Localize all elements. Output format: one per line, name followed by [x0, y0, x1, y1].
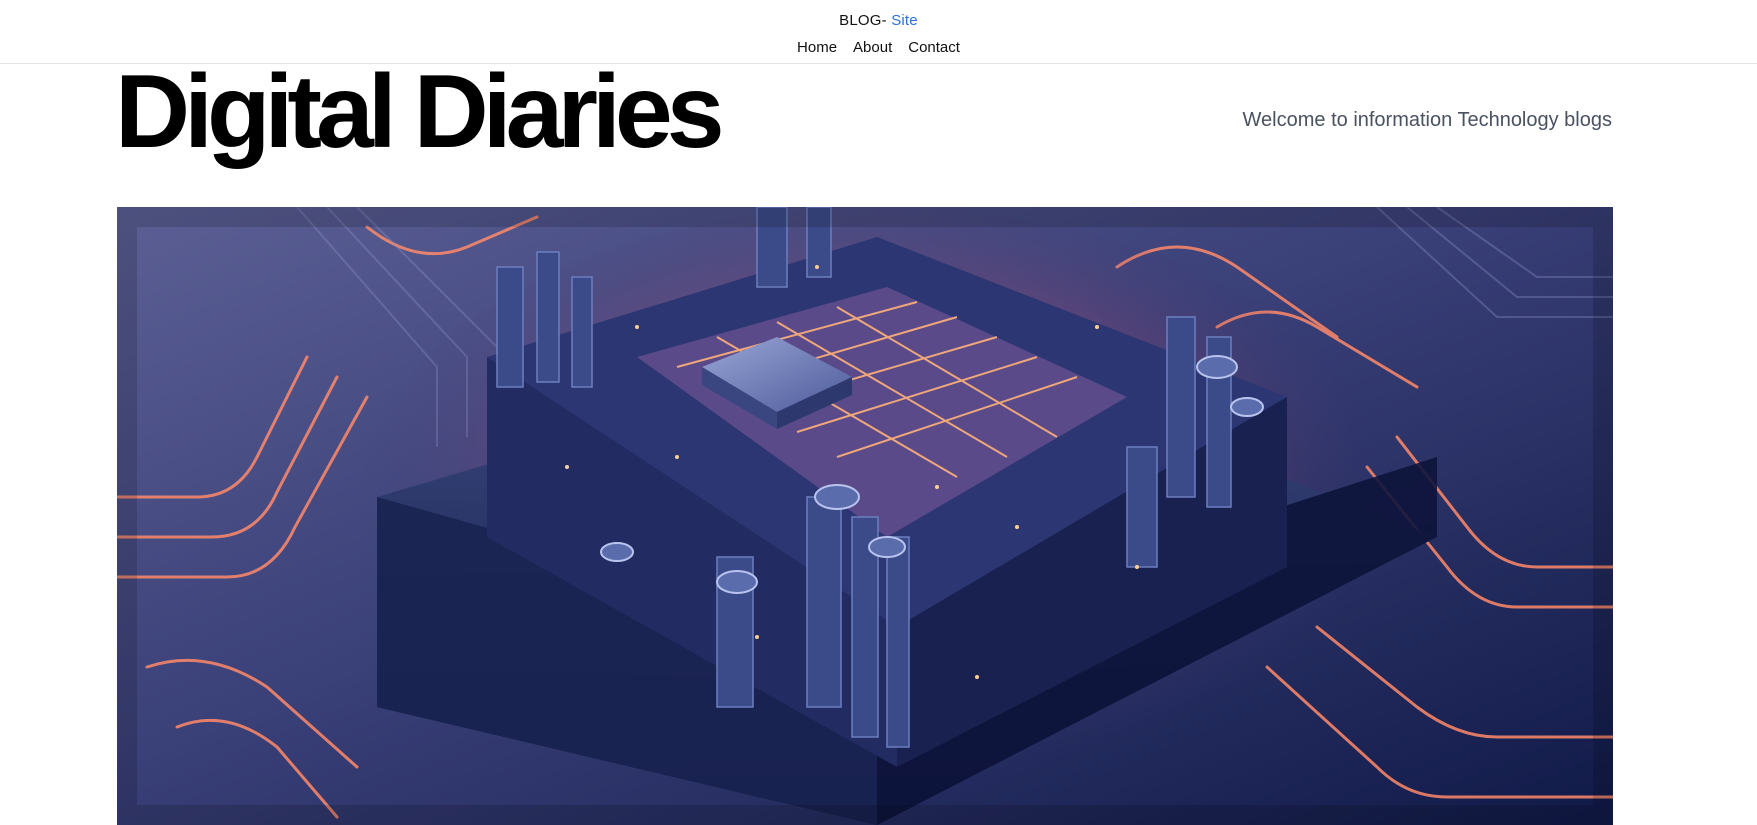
- hero-image: [117, 207, 1613, 825]
- brand-accent: Site: [891, 12, 918, 29]
- nav-home-link[interactable]: Home: [797, 39, 837, 56]
- site-brand[interactable]: BLOG- Site: [0, 12, 1757, 29]
- nav-contact-link[interactable]: Contact: [908, 39, 960, 56]
- circuit-chip-illustration: [117, 207, 1613, 825]
- page-title: Digital Diaries: [115, 54, 725, 170]
- page-tagline: Welcome to information Technology blogs: [1242, 109, 1612, 131]
- brand-prefix: BLOG-: [839, 12, 892, 29]
- nav-about-link[interactable]: About: [853, 39, 892, 56]
